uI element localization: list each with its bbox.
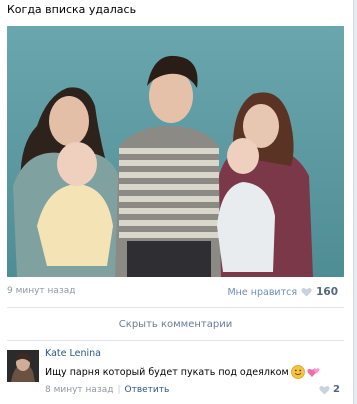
like-label: Мне нравится bbox=[227, 286, 298, 298]
heart-icon bbox=[301, 287, 312, 297]
comment-text-row: Ищу парня который будет пукать под одеял… bbox=[45, 365, 321, 379]
comment-item: Kate Lenina Ищу парня который будет пука… bbox=[7, 346, 344, 400]
post-meta: 9 минут назад Мне нравится 160 bbox=[7, 284, 344, 300]
comment-like-count: 2 bbox=[333, 384, 340, 395]
scrollbar-track[interactable] bbox=[353, 0, 357, 404]
comment-author[interactable]: Kate Lenina bbox=[45, 348, 101, 359]
comment-time: 8 минут назад bbox=[45, 385, 114, 395]
avatar-image bbox=[7, 350, 39, 382]
divider bbox=[7, 340, 344, 341]
heart-icon bbox=[319, 385, 330, 395]
reply-link[interactable]: Ответить bbox=[125, 385, 170, 395]
post-photo[interactable] bbox=[7, 26, 344, 277]
like-count: 160 bbox=[316, 286, 338, 298]
comment-meta: 8 минут назад | Ответить bbox=[45, 385, 169, 395]
separator: | bbox=[117, 385, 121, 395]
post-photo-image bbox=[7, 26, 344, 277]
post-text: Когда вписка удалась bbox=[7, 3, 137, 16]
post-like-button[interactable]: Мне нравится 160 bbox=[227, 285, 338, 299]
avatar[interactable] bbox=[7, 350, 39, 382]
hide-comments-link[interactable]: Скрыть комментарии bbox=[7, 310, 344, 338]
post-time: 9 минут назад bbox=[7, 286, 76, 296]
comment-like-button[interactable]: 2 bbox=[319, 384, 340, 395]
comment-text: Ищу парня который будет пукать под одеял… bbox=[45, 366, 289, 378]
smile-emoji-icon bbox=[290, 365, 305, 379]
divider bbox=[7, 307, 344, 308]
hearts-emoji-icon bbox=[307, 368, 320, 377]
